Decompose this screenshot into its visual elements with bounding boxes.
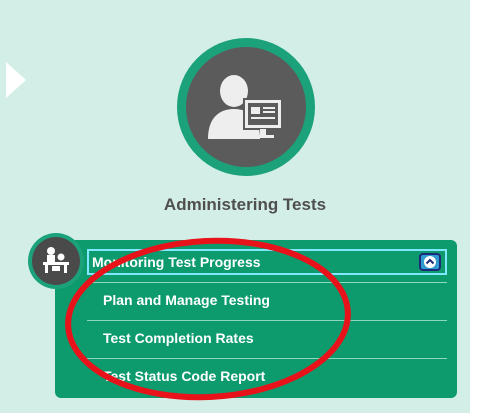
menu-header[interactable]: Monitoring Test Progress [87, 249, 447, 275]
menu-header-label: Monitoring Test Progress [92, 254, 261, 270]
expand-arrow-icon[interactable] [6, 62, 26, 98]
menu-item-plan-and-manage-testing[interactable]: Plan and Manage Testing [87, 282, 447, 318]
menu-item-label: Plan and Manage Testing [103, 292, 270, 308]
menu-item-test-completion-rates[interactable]: Test Completion Rates [87, 320, 447, 356]
menu-item-label: Test Completion Rates [103, 330, 254, 346]
menu-item-test-status-code-report[interactable]: Test Status Code Report [87, 358, 447, 394]
person-at-computer-icon [186, 47, 306, 167]
menu-box: Monitoring Test Progress Plan and Manage… [55, 240, 457, 398]
collapse-button[interactable] [419, 253, 441, 271]
side-panel: Administering Tests Monitoring Test Prog… [0, 0, 470, 413]
menu-icon-badge [28, 233, 84, 289]
classroom-icon [32, 237, 80, 285]
chevron-up-icon [424, 256, 436, 268]
menu-item-label: Test Status Code Report [103, 368, 266, 384]
section-title: Administering Tests [163, 195, 327, 214]
